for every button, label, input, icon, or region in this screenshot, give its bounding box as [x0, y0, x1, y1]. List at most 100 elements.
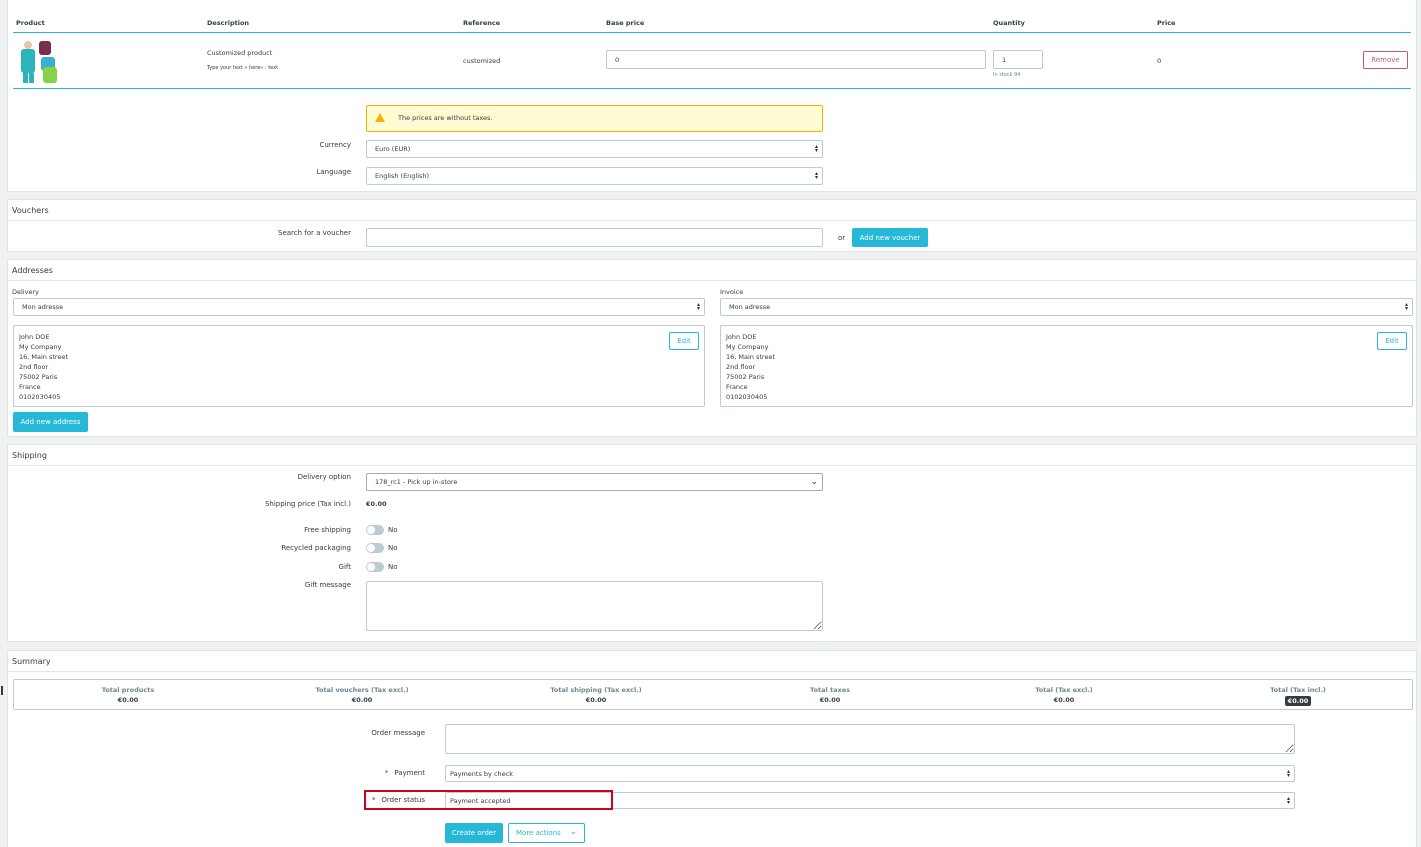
col-header-reference: Reference [463, 19, 501, 27]
total-vouchers: Total vouchers (Tax excl.) €0.00 [262, 686, 462, 704]
gift-toggle[interactable] [366, 562, 384, 572]
total-taxes: Total taxes €0.00 [730, 686, 930, 704]
address-line: 75002 Paris [19, 373, 58, 381]
total-shipping-label: Total shipping (Tax excl.) [550, 686, 642, 694]
product-description: Customized product [207, 49, 273, 57]
address-line: 75002 Paris [726, 373, 765, 381]
free-shipping-toggle[interactable] [366, 525, 384, 535]
delivery-address-value: Mon adresse [22, 303, 64, 311]
delivery-option-select[interactable]: 178_rc1 - Pick up in-store ⌄ [366, 473, 823, 491]
product-reference: customized [463, 57, 501, 65]
shipping-panel: Shipping Delivery option 178_rc1 - Pick … [7, 444, 1417, 642]
create-order-button[interactable]: Create order [445, 823, 503, 843]
invoice-address-value: Mon adresse [729, 303, 771, 311]
address-line: My Company [19, 343, 62, 351]
address-line: John DOE [19, 333, 50, 341]
cart-panel: Product Description Reference Base price… [7, 0, 1417, 192]
col-header-product: Product [16, 19, 45, 27]
total-tax-incl: Total (Tax incl.) €0.00 [1198, 686, 1398, 706]
voucher-search-label: Search for a voucher [278, 229, 351, 237]
currency-value: Euro (EUR) [375, 145, 411, 153]
shipping-head-divider [8, 465, 1416, 466]
total-tax-excl-value: €0.00 [1053, 696, 1075, 704]
delivery-label: Delivery [12, 288, 39, 296]
add-address-button[interactable]: Add new address [13, 412, 88, 432]
text-cursor-icon [1, 686, 3, 695]
invoice-address-select[interactable]: Mon adresse ▴ ▾ [720, 298, 1413, 316]
address-line: 16, Main street [19, 353, 68, 361]
remove-product-button[interactable]: Remove [1363, 51, 1408, 69]
address-line: John DOE [726, 333, 757, 341]
total-products-label: Total products [101, 686, 155, 694]
delivery-address-card: John DOE My Company 16, Main street 2nd … [13, 325, 705, 407]
total-products-value: €0.00 [117, 696, 139, 704]
gift-message-label: Gift message [304, 581, 351, 589]
shipping-price-value: €0.00 [366, 500, 387, 508]
col-header-quantity: Quantity [993, 19, 1025, 27]
summary-head-divider [8, 671, 1416, 672]
total-tax-excl: Total (Tax excl.) €0.00 [964, 686, 1164, 704]
gift-label: Gift [338, 563, 351, 571]
summary-title: Summary [12, 657, 51, 666]
currency-label: Currency [319, 141, 351, 149]
col-header-price: Price [1157, 19, 1176, 27]
payment-select[interactable]: Payments by check ▴ ▾ [445, 765, 1295, 782]
total-products: Total products €0.00 [28, 686, 228, 704]
address-line: 0102030405 [726, 393, 768, 401]
shipping-title: Shipping [12, 451, 47, 460]
more-actions-label: More actions [516, 829, 561, 837]
vouchers-head-divider [8, 220, 1416, 221]
warning-icon [375, 113, 385, 122]
chevron-down-icon: ⌄ [810, 477, 818, 487]
addresses-head-divider [8, 280, 1416, 281]
total-vouchers-label: Total vouchers (Tax excl.) [315, 686, 409, 694]
currency-select[interactable]: Euro (EUR) ▴ ▾ [366, 140, 823, 158]
base-price-input[interactable]: 0 [606, 50, 986, 69]
total-tax-incl-value: €0.00 [1284, 696, 1312, 706]
voucher-search-input[interactable] [366, 228, 823, 247]
gift-message-input[interactable] [366, 581, 823, 631]
tax-warning-alert: The prices are without taxes. [366, 105, 823, 132]
total-tax-incl-label: Total (Tax incl.) [1270, 686, 1326, 694]
delivery-address-select[interactable]: Mon adresse ▴ ▾ [13, 298, 705, 316]
summary-totals-box: Total products €0.00 Total vouchers (Tax… [13, 679, 1413, 710]
total-shipping-value: €0.00 [585, 696, 607, 704]
quantity-input[interactable]: 1 [993, 50, 1043, 69]
order-message-input[interactable] [445, 724, 1295, 754]
language-select[interactable]: English (English) ▴ ▾ [366, 167, 823, 185]
stock-info: In stock 94 [993, 72, 1021, 78]
more-actions-button[interactable]: More actions ⌄ [508, 823, 585, 843]
delivery-option-label: Delivery option [297, 473, 351, 481]
base-price-value: 0 [615, 55, 620, 64]
shipping-price-label: Shipping price (Tax incl.) [264, 500, 351, 508]
warning-text: The prices are without taxes. [398, 114, 493, 122]
select-arrows-icon: ▴ ▾ [696, 301, 700, 312]
payment-label-text: Payment [394, 769, 425, 777]
delivery-option-value: 178_rc1 - Pick up in-store [375, 478, 458, 486]
addresses-panel: Addresses Delivery Mon adresse ▴ ▾ Invoic… [7, 259, 1417, 437]
summary-panel: Summary Total products €0.00 Total vouch… [7, 650, 1417, 847]
product-thumbnail [19, 37, 63, 85]
invoice-label: Invoice [720, 288, 744, 296]
invoice-address-lines: John DOE My Company 16, Main street 2nd … [726, 332, 775, 402]
invoice-address-card: John DOE My Company 16, Main street 2nd … [720, 325, 1413, 407]
vouchers-title: Vouchers [12, 206, 49, 215]
addresses-title: Addresses [12, 266, 53, 275]
recycled-packaging-label: Recycled packaging [281, 544, 351, 552]
edit-delivery-address-button[interactable]: Edit [669, 332, 699, 350]
select-arrows-icon: ▴ ▾ [1286, 767, 1290, 779]
order-status-highlight [364, 790, 613, 810]
delivery-address-lines: John DOE My Company 16, Main street 2nd … [19, 332, 68, 402]
product-customization: Type your text « here» : text [207, 65, 279, 71]
total-taxes-label: Total taxes [810, 686, 850, 694]
vouchers-panel: Vouchers Search for a voucher or Add new… [7, 199, 1417, 252]
address-line: My Company [726, 343, 769, 351]
recycled-packaging-toggle[interactable] [366, 543, 384, 553]
total-tax-excl-label: Total (Tax excl.) [1035, 686, 1093, 694]
required-mark: * [384, 769, 389, 777]
add-voucher-button[interactable]: Add new voucher [852, 228, 928, 247]
col-header-base-price: Base price [606, 19, 645, 27]
total-taxes-value: €0.00 [819, 696, 841, 704]
select-arrows-icon: ▴ ▾ [1286, 794, 1290, 806]
edit-invoice-address-button[interactable]: Edit [1377, 332, 1407, 350]
